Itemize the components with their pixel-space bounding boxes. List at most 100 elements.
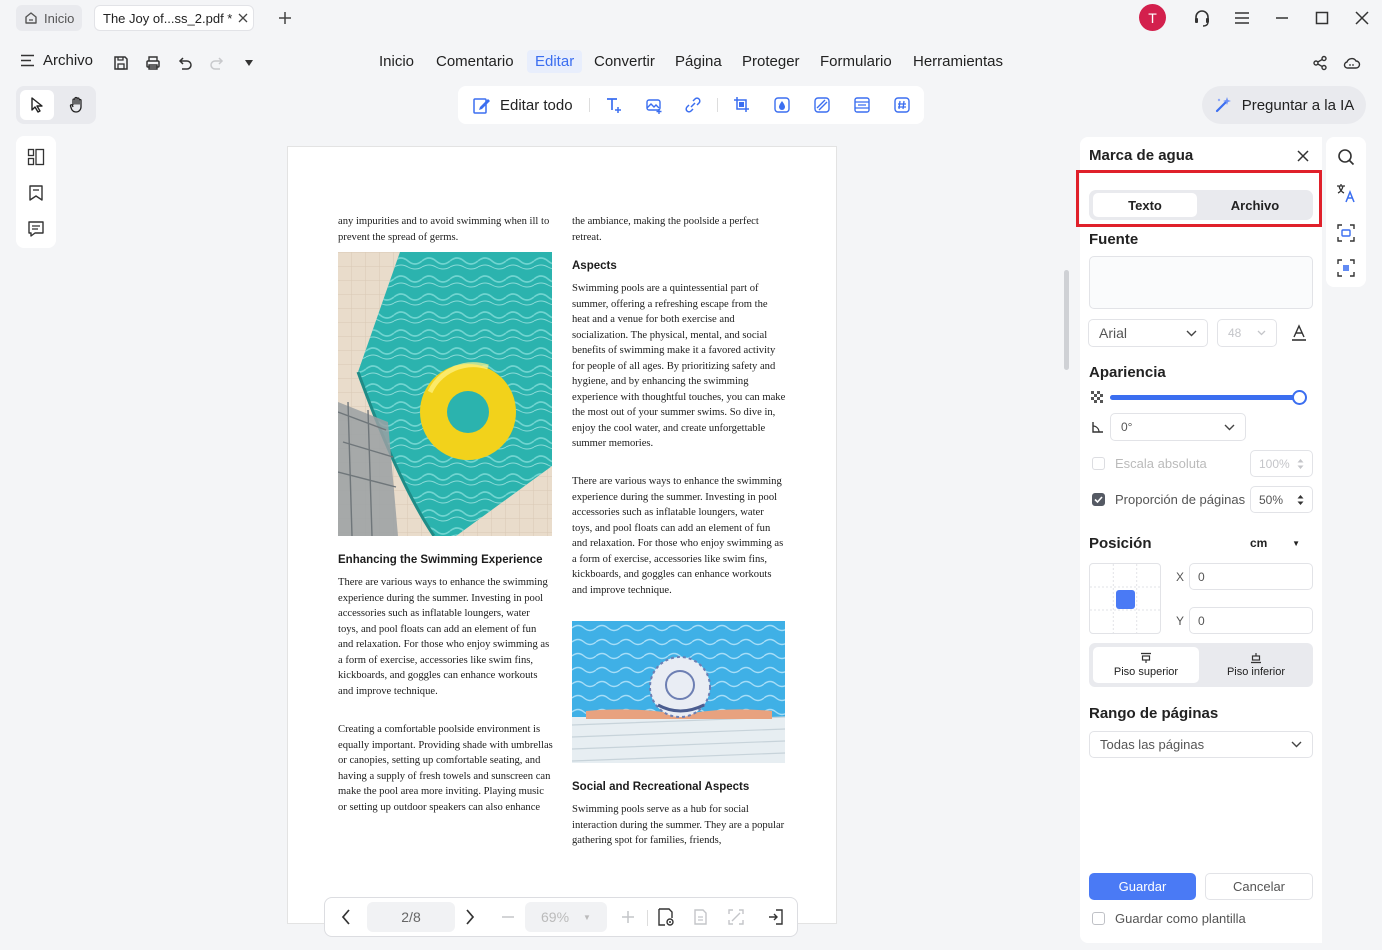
- edit-all-button[interactable]: Editar todo: [472, 95, 573, 115]
- bates-number-icon[interactable]: [889, 92, 915, 118]
- menu-bar: Archivo Inicio Comentario Editar Convert…: [0, 40, 1382, 84]
- archivo-menu-button[interactable]: Archivo: [20, 52, 93, 69]
- opacity-slider-fill: [1110, 395, 1300, 400]
- font-size-select[interactable]: 48: [1217, 319, 1277, 347]
- save-icon[interactable]: [108, 50, 134, 76]
- menu-comentario[interactable]: Comentario: [428, 50, 522, 73]
- cloud-icon[interactable]: [1339, 50, 1365, 76]
- layer-top-icon: [1140, 652, 1152, 664]
- fullscreen-icon[interactable]: [723, 904, 749, 930]
- add-text-icon[interactable]: [601, 92, 627, 118]
- menu-editar[interactable]: Editar: [527, 50, 583, 73]
- title-bar: Inicio The Joy of...ss_2.pdf * T: [0, 0, 1382, 36]
- menu-convertir[interactable]: Convertir: [586, 50, 663, 73]
- stepper-icon: [1297, 458, 1304, 470]
- position-center-cell[interactable]: [1116, 590, 1135, 609]
- screenshot-icon[interactable]: [1333, 255, 1359, 281]
- page-navigation-bar: 2/8 69% ▼: [324, 897, 798, 937]
- fit-page-icon[interactable]: [687, 904, 713, 930]
- bookmark-icon[interactable]: [23, 180, 49, 206]
- unit-select[interactable]: cm ▼: [1250, 536, 1300, 550]
- minimize-icon[interactable]: [1270, 6, 1294, 30]
- watermark-icon[interactable]: [769, 92, 795, 118]
- col2-paragraph-3: Swimming pools serve as a hub for social…: [572, 804, 785, 846]
- crop-page-icon[interactable]: [729, 92, 755, 118]
- watermark-text-input[interactable]: [1089, 256, 1313, 309]
- y-position-input[interactable]: 0: [1189, 607, 1313, 634]
- opacity-slider[interactable]: [1110, 390, 1307, 405]
- page-range-select[interactable]: Todas las páginas: [1089, 731, 1313, 758]
- save-button[interactable]: Guardar: [1089, 873, 1196, 900]
- document-scrollbar[interactable]: [1064, 270, 1069, 370]
- hand-icon: [69, 96, 85, 114]
- share-icon[interactable]: [1307, 50, 1333, 76]
- print-icon[interactable]: [140, 50, 166, 76]
- hamburger-menu-icon[interactable]: [1230, 6, 1254, 30]
- save-template-checkbox[interactable]: [1092, 912, 1105, 925]
- close-window-icon[interactable]: [1350, 6, 1374, 30]
- position-grid[interactable]: [1089, 563, 1161, 634]
- redo-icon[interactable]: [204, 50, 230, 76]
- search-icon[interactable]: [1333, 144, 1359, 170]
- cancel-button[interactable]: Cancelar: [1205, 873, 1313, 900]
- pool-float-image: [338, 252, 552, 536]
- col1-top-text: any impurities and to avoid swimming whe…: [338, 216, 550, 243]
- new-tab-icon[interactable]: [273, 6, 297, 30]
- close-panel-icon[interactable]: [1290, 143, 1316, 169]
- page-ratio-checkbox[interactable]: [1092, 493, 1105, 506]
- undo-icon[interactable]: [172, 50, 198, 76]
- select-tool-button[interactable]: [20, 90, 54, 120]
- ocr-icon[interactable]: [1333, 220, 1359, 246]
- watermark-type-tabs: Texto Archivo: [1089, 190, 1313, 220]
- tab-texto[interactable]: Texto: [1093, 193, 1197, 217]
- y-label: Y: [1176, 614, 1185, 628]
- zoom-in-icon[interactable]: [615, 904, 641, 930]
- menu-inicio[interactable]: Inicio: [371, 50, 422, 73]
- heading-enhancing: Enhancing the Swimming Experience: [338, 554, 543, 566]
- quick-access-dropdown-icon[interactable]: [236, 50, 262, 76]
- layer-bottom-icon: [1250, 652, 1262, 664]
- appearance-section-label: Apariencia: [1089, 364, 1166, 381]
- read-mode-icon[interactable]: [653, 904, 679, 930]
- collapse-panel-icon[interactable]: [763, 904, 789, 930]
- add-image-icon[interactable]: [641, 92, 667, 118]
- ask-ai-button[interactable]: Preguntar a la IA: [1202, 86, 1366, 124]
- header-footer-icon[interactable]: [849, 92, 875, 118]
- add-link-icon[interactable]: [680, 92, 706, 118]
- absolute-scale-checkbox[interactable]: [1092, 457, 1105, 470]
- zoom-out-icon[interactable]: [495, 904, 521, 930]
- support-icon[interactable]: [1190, 6, 1214, 30]
- menu-pagina[interactable]: Página: [667, 50, 730, 73]
- absolute-scale-input[interactable]: 100%: [1250, 450, 1313, 477]
- toolbar-divider: [717, 98, 718, 112]
- avatar[interactable]: T: [1139, 4, 1166, 31]
- edit-all-icon: [472, 95, 492, 115]
- tab-home[interactable]: Inicio: [16, 5, 83, 31]
- background-icon[interactable]: [809, 92, 835, 118]
- translate-icon[interactable]: [1333, 180, 1359, 206]
- close-tab-icon[interactable]: [238, 13, 248, 23]
- maximize-icon[interactable]: [1310, 6, 1334, 30]
- comments-icon[interactable]: [23, 216, 49, 242]
- font-family-select[interactable]: Arial: [1088, 319, 1208, 347]
- thumbnails-icon[interactable]: [23, 144, 49, 170]
- rotation-select[interactable]: 0°: [1110, 413, 1246, 441]
- edit-toolbar: Editar todo: [458, 86, 924, 124]
- layer-bottom-button[interactable]: Piso inferior: [1203, 647, 1309, 683]
- text-color-icon[interactable]: [1286, 320, 1312, 346]
- opacity-slider-handle[interactable]: [1292, 390, 1307, 405]
- tab-document[interactable]: The Joy of...ss_2.pdf *: [94, 5, 254, 31]
- tab-archivo[interactable]: Archivo: [1203, 193, 1307, 217]
- menu-proteger[interactable]: Proteger: [734, 50, 808, 73]
- menu-herramientas[interactable]: Herramientas: [905, 50, 1011, 73]
- hand-tool-button[interactable]: [60, 90, 94, 120]
- page-number-input[interactable]: 2/8: [367, 902, 455, 932]
- menu-formulario[interactable]: Formulario: [812, 50, 900, 73]
- page-ratio-input[interactable]: 50%: [1250, 486, 1313, 513]
- previous-page-icon[interactable]: [333, 904, 359, 930]
- x-position-input[interactable]: 0: [1189, 563, 1313, 590]
- layer-top-button[interactable]: Piso superior: [1093, 647, 1199, 683]
- zoom-level-select[interactable]: 69% ▼: [525, 902, 607, 932]
- next-page-icon[interactable]: [457, 904, 483, 930]
- chevron-down-icon: [1291, 741, 1302, 748]
